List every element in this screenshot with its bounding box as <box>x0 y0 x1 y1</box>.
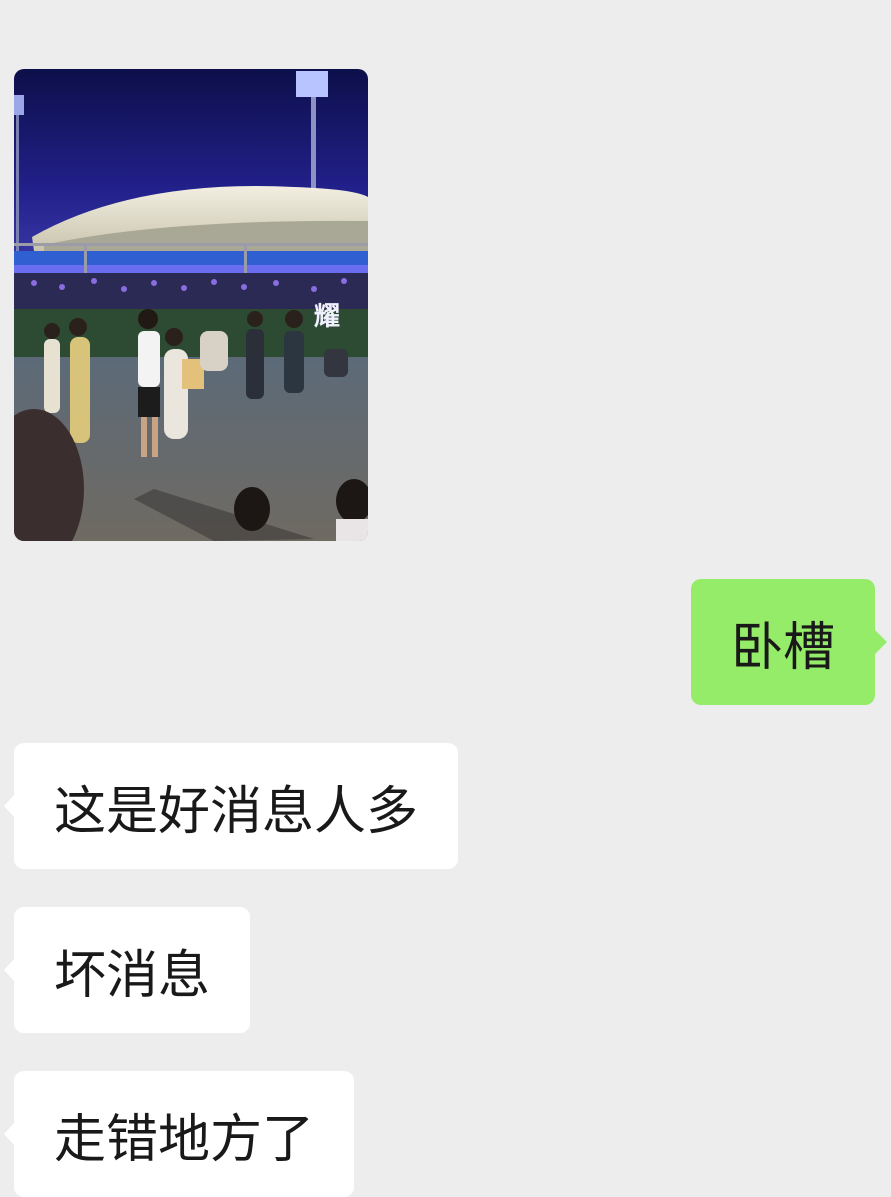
message-text: 卧槽 <box>730 617 835 678</box>
message-bubble-outgoing[interactable]: 卧槽 <box>690 579 887 705</box>
stadium-night-photo: 耀 <box>14 69 368 541</box>
bubble-tail <box>4 794 15 818</box>
chat-message-list[interactable]: 耀 卧槽 这是好消息人多 坏消息 走错地方了 <box>0 0 891 1197</box>
bubble-tail <box>4 1122 15 1146</box>
svg-text:耀: 耀 <box>314 302 340 332</box>
message-text: 这是好消息人多 <box>54 781 419 842</box>
message-bubble-incoming[interactable]: 走错地方了 <box>4 1071 355 1197</box>
message-bubble-incoming[interactable]: 坏消息 <box>4 907 251 1033</box>
bubble-tail <box>4 958 15 982</box>
message-bubble-incoming[interactable]: 这是好消息人多 <box>4 743 459 869</box>
message-image-stadium[interactable]: 耀 <box>14 69 368 541</box>
message-text: 坏消息 <box>54 945 211 1006</box>
bubble-tail <box>875 630 887 654</box>
message-text: 走错地方了 <box>54 1109 315 1170</box>
